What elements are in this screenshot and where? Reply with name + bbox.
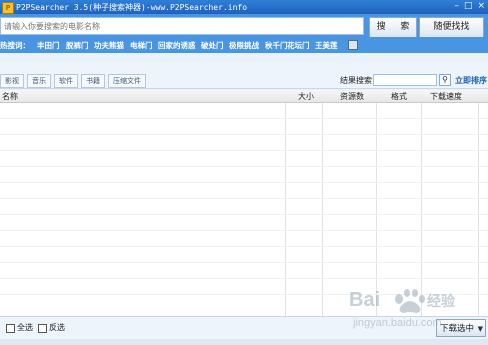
row-divider [0, 214, 488, 215]
row-divider [0, 118, 488, 119]
column-header-format[interactable]: 格式 [391, 91, 407, 102]
hot-word[interactable]: 脱裤门 [66, 40, 89, 51]
row-divider [0, 278, 488, 279]
save-icon[interactable] [348, 40, 358, 50]
column-divider [285, 90, 286, 316]
row-divider [0, 134, 488, 135]
search-button[interactable]: 搜 索 [369, 17, 417, 38]
column-header-sources[interactable]: 资源数 [340, 91, 364, 102]
invert-selection-label: 反选 [49, 323, 65, 332]
result-search-input[interactable] [373, 74, 437, 86]
hot-word[interactable]: 电梯门 [130, 40, 153, 51]
hot-word[interactable]: 破处门 [201, 40, 224, 51]
random-search-button[interactable]: 随便找找 [419, 17, 484, 38]
select-all-label: 全选 [17, 323, 33, 332]
hot-word[interactable]: 秋千门 [265, 40, 288, 51]
row-divider [0, 182, 488, 183]
invert-selection-checkbox[interactable] [38, 324, 47, 333]
download-selected-button[interactable]: 下载选中 ▼ [436, 319, 486, 337]
filter-button-video[interactable]: 影视 [0, 74, 24, 88]
row-divider [0, 166, 488, 167]
filter-button-books[interactable]: 书籍 [81, 74, 105, 88]
row-divider [0, 198, 488, 199]
maximize-icon[interactable]: □ [464, 1, 473, 11]
column-header-speed[interactable]: 下载速度 [430, 91, 462, 102]
column-divider [322, 90, 323, 316]
row-divider [0, 230, 488, 231]
filter-button-archives[interactable]: 压缩文件 [108, 74, 146, 88]
search-input[interactable] [0, 17, 364, 35]
filter-button-software[interactable]: 软件 [54, 74, 78, 88]
column-divider [376, 90, 377, 316]
select-all-checkbox[interactable] [6, 324, 15, 333]
status-bar [0, 339, 488, 345]
filter-button-music[interactable]: 音乐 [27, 74, 51, 88]
hot-words-bar: 热搜词： 丰田门 脱裤门 功夫熊猫 电梯门 回家的诱惑 破处门 极限挑战 秋千门… [0, 37, 488, 53]
window-controls: – □ × [454, 1, 485, 11]
hot-word[interactable]: 极限挑战 [229, 40, 259, 51]
table-header: 名称 大小 资源数 格式 下载速度 [0, 90, 488, 103]
column-divider [478, 90, 479, 316]
app-icon: P [2, 2, 14, 14]
row-divider [0, 262, 488, 263]
row-divider [0, 150, 488, 151]
download-selected-label: 下载选中 [440, 324, 475, 334]
column-divider [421, 90, 422, 316]
search-icon[interactable]: ⚲ [439, 74, 451, 86]
window-title: P2PSearcher 3.5(种子搜索神器)-www.P2PSearcher.… [16, 3, 248, 12]
hot-word[interactable]: 功夫熊猫 [94, 40, 124, 51]
minimize-icon[interactable]: – [454, 1, 459, 11]
column-header-name[interactable]: 名称 [2, 91, 18, 102]
footer-bar: 全选 反选 下载选中 ▼ [0, 316, 488, 339]
close-icon[interactable]: × [477, 1, 485, 11]
filter-toolbar: 影视 音乐 软件 书籍 压缩文件 结果搜索： ⚲ 立即排序 [0, 62, 488, 89]
row-divider [0, 294, 488, 295]
title-bar: P P2PSearcher 3.5(种子搜索神器)-www.P2PSearche… [0, 0, 488, 14]
row-divider [0, 246, 488, 247]
hot-word[interactable]: 王美莲 [315, 40, 338, 51]
hot-word[interactable]: 丰田门 [37, 40, 60, 51]
hot-word[interactable]: 回家的诱惑 [158, 40, 196, 51]
hot-word[interactable]: 花坛门 [287, 40, 310, 51]
sort-now-link[interactable]: 立即排序 [455, 75, 487, 86]
chevron-down-icon[interactable]: ▼ [478, 320, 483, 338]
hot-words-label: 热搜词： [0, 41, 30, 50]
results-table[interactable]: 名称 大小 资源数 格式 下载速度 [0, 90, 488, 316]
column-header-size[interactable]: 大小 [298, 91, 314, 102]
